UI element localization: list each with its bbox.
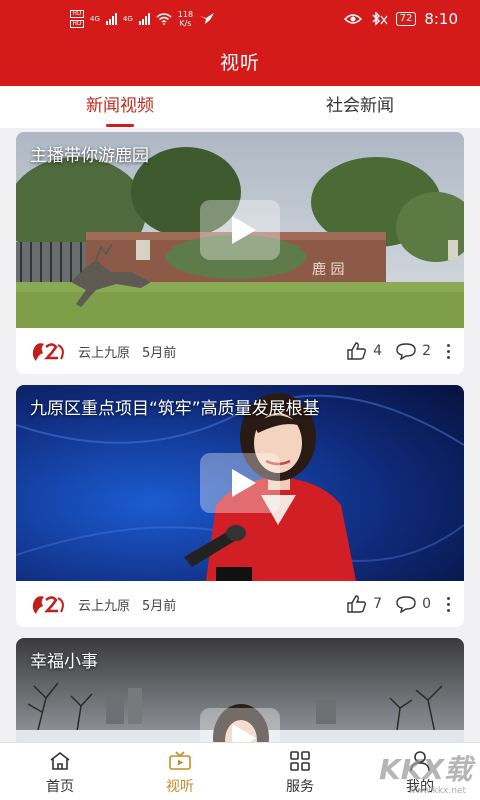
eye-icon bbox=[343, 14, 362, 24]
comment-icon bbox=[396, 343, 416, 360]
comment-button[interactable]: 0 bbox=[396, 595, 431, 613]
nav-service[interactable]: 服务 bbox=[240, 743, 360, 800]
status-bar: HD HD 4G 4G 118 K/s 72 8:10 bbox=[0, 0, 480, 40]
sim2-label: HD bbox=[70, 20, 84, 28]
video-card[interactable]: 幸福小事 bbox=[16, 638, 464, 748]
signal2-icon bbox=[138, 13, 150, 25]
bird-icon bbox=[200, 13, 215, 24]
source-logo bbox=[30, 592, 68, 616]
app-header: HD HD 4G 4G 118 K/s 72 8:10 视听 bbox=[0, 0, 480, 86]
tab-bar: 新闻视频 社会新闻 bbox=[0, 86, 480, 128]
comment-icon bbox=[396, 596, 416, 613]
net-speed: 118 K/s bbox=[178, 10, 193, 28]
park-sign: 鹿 园 bbox=[312, 261, 344, 278]
like-button[interactable]: 7 bbox=[347, 595, 382, 613]
more-options-icon[interactable] bbox=[447, 596, 450, 612]
tab-news-video[interactable]: 新闻视频 bbox=[0, 86, 240, 128]
nav-video-label: 视听 bbox=[166, 779, 194, 795]
sim1-label: HD bbox=[70, 10, 84, 18]
status-time: 8:10 bbox=[424, 10, 458, 28]
net1-label: 4G bbox=[90, 15, 100, 23]
thumbs-up-icon bbox=[347, 342, 367, 360]
video-thumbnail[interactable]: 鹿 园 主播带你游鹿园 bbox=[16, 132, 464, 328]
video-card[interactable]: 鹿 园 主播带你游鹿园 云上九原 5月前 4 2 bbox=[16, 132, 464, 374]
watermark-logo: KKX载 bbox=[379, 753, 472, 786]
source-logo bbox=[30, 339, 68, 363]
video-title: 九原区重点项目“筑牢”高质量发展根基 bbox=[30, 399, 320, 419]
like-count: 7 bbox=[373, 596, 383, 612]
page-title: 视听 bbox=[219, 52, 260, 74]
source-name[interactable]: 云上九原 bbox=[78, 595, 130, 614]
watermark-url: www.kkx.net bbox=[408, 786, 467, 796]
video-card[interactable]: 九原区重点项目“筑牢”高质量发展根基 云上九原 5月前 7 0 bbox=[16, 385, 464, 627]
comment-count: 2 bbox=[422, 343, 431, 359]
source-logo-mark bbox=[32, 343, 64, 361]
video-thumbnail[interactable]: 九原区重点项目“筑牢”高质量发展根基 bbox=[16, 385, 464, 581]
publish-time: 5月前 bbox=[142, 598, 177, 614]
status-left: HD HD 4G 4G 118 K/s bbox=[70, 10, 215, 28]
nav-video[interactable]: 视听 bbox=[120, 743, 240, 800]
grid-icon bbox=[290, 751, 310, 771]
video-icon bbox=[169, 751, 191, 770]
wifi-icon bbox=[156, 13, 172, 25]
publish-time: 5月前 bbox=[142, 345, 177, 361]
nav-home[interactable]: 首页 bbox=[0, 743, 120, 800]
net2-label: 4G bbox=[122, 15, 133, 23]
more-options-icon[interactable] bbox=[447, 343, 450, 359]
video-title: 幸福小事 bbox=[30, 652, 98, 672]
video-meta: 云上九原 5月前 4 2 bbox=[16, 328, 464, 374]
source-name[interactable]: 云上九原 bbox=[78, 342, 130, 361]
comment-count: 0 bbox=[422, 596, 431, 612]
play-button-icon[interactable] bbox=[200, 453, 280, 513]
speed-value: 118 bbox=[177, 10, 194, 19]
video-thumbnail[interactable]: 幸福小事 bbox=[16, 638, 464, 748]
nav-service-label: 服务 bbox=[286, 779, 314, 795]
video-title: 主播带你游鹿园 bbox=[30, 146, 149, 166]
nav-home-label: 首页 bbox=[46, 779, 74, 795]
thumbs-up-icon bbox=[347, 595, 367, 613]
home-icon bbox=[50, 751, 70, 770]
play-button-icon[interactable] bbox=[200, 200, 280, 260]
video-meta: 云上九原 5月前 7 0 bbox=[16, 581, 464, 627]
bluetooth-muted-icon bbox=[372, 12, 388, 26]
like-button[interactable]: 4 bbox=[347, 342, 382, 360]
battery-indicator: 72 bbox=[395, 12, 417, 26]
status-right: 72 8:10 bbox=[343, 10, 458, 28]
sim-icons: HD HD bbox=[70, 10, 84, 28]
speed-unit: K/s bbox=[179, 19, 192, 28]
source-logo-mark bbox=[32, 596, 64, 614]
signal1-icon bbox=[105, 13, 117, 25]
comment-button[interactable]: 2 bbox=[396, 342, 431, 360]
like-count: 4 bbox=[373, 343, 383, 359]
tab-social-news[interactable]: 社会新闻 bbox=[240, 86, 480, 128]
